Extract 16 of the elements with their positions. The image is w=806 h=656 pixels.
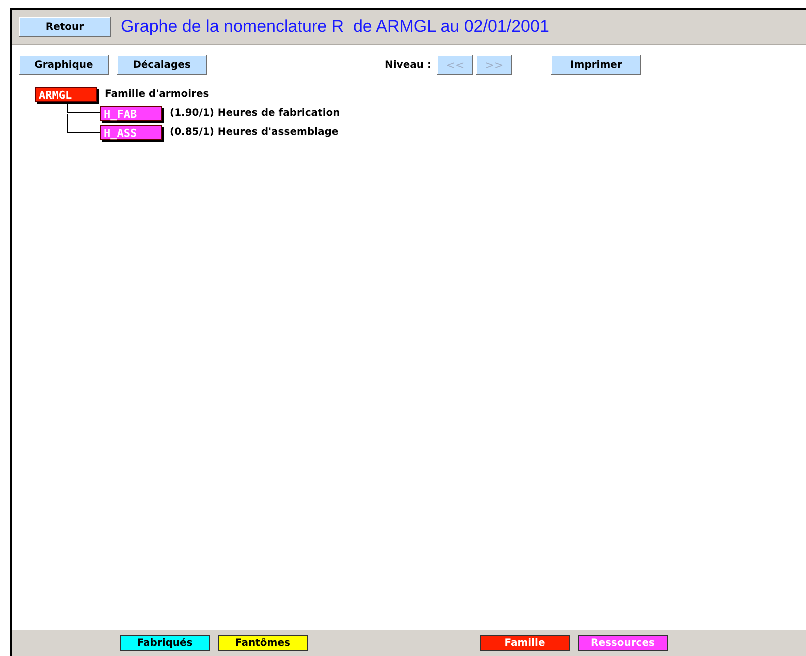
page-title: Graphe de la nomenclature R de ARMGL au 02/01/2001: [121, 17, 550, 37]
tree-node[interactable]: H_FAB: [100, 106, 162, 121]
level-label: Niveau :: [385, 60, 432, 70]
tree-node[interactable]: ARMGL: [35, 87, 97, 102]
tree-node[interactable]: H_ASS: [100, 125, 162, 140]
legend-item: Famille: [480, 635, 570, 651]
node-label: (1.90/1) Heures de fabrication: [170, 108, 340, 119]
node-label: (0.85/1) Heures d'assemblage: [170, 127, 339, 138]
legend-item: Fabriqués: [120, 635, 210, 651]
legend-item: Ressources: [578, 635, 668, 651]
toolbar-button[interactable]: Graphique: [19, 55, 109, 75]
legend-item: Fantômes: [218, 635, 308, 651]
back-button[interactable]: Retour: [19, 17, 111, 37]
print-button[interactable]: Imprimer: [551, 55, 642, 75]
toolbar-button[interactable]: Décalages: [117, 55, 207, 75]
node-label: Famille d'armoires: [105, 89, 210, 100]
